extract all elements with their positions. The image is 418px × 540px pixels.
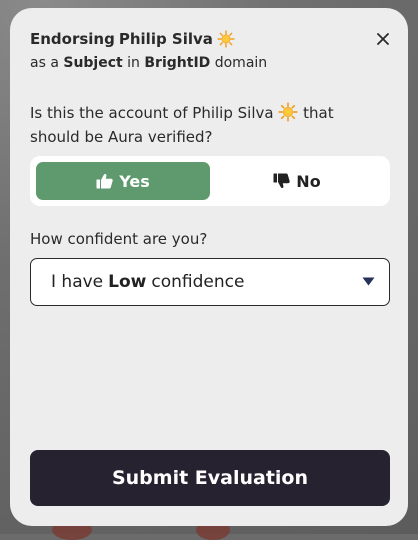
no-label: No [296,171,321,191]
confidence-label: How confident are you? [30,230,208,248]
close-icon [377,33,389,45]
thumbs-up-icon [96,173,113,189]
endorse-modal: Endorsing Philip Silva as a Subject in B… [10,8,408,526]
modal-title: Endorsing Philip Silva [30,30,235,48]
subject-name: Philip Silva [118,30,213,48]
modal-subtitle: as a Subject in BrightID domain [30,55,267,71]
caret-down-icon [362,277,375,286]
confidence-select[interactable]: I have Low confidence [30,258,390,306]
subtitle-as: as a [30,55,59,71]
yes-button[interactable]: Yes [36,162,210,200]
close-button[interactable] [374,30,392,48]
confidence-suffix: confidence [151,272,245,292]
subtitle-suffix: domain [214,55,268,71]
title-prefix: Endorsing [30,30,115,48]
sun-icon [278,102,298,122]
yes-no-toggle: Yes No [30,156,390,206]
submit-evaluation-button[interactable]: Submit Evaluation [30,450,390,506]
subtitle-domain: BrightID [144,55,211,71]
subtitle-in: in [127,55,140,71]
confidence-prefix: I have [51,272,104,292]
verification-question: Is this the account of Philip Silva that… [30,101,380,149]
subtitle-role: Subject [63,55,123,71]
submit-label: Submit Evaluation [111,467,309,489]
yes-label: Yes [119,171,150,191]
confidence-level: Low [108,272,147,292]
no-button[interactable]: No [210,162,384,200]
sun-icon [217,30,235,48]
thumbs-down-icon [273,173,291,189]
question-text: Is this the account of Philip Silva [30,104,274,122]
